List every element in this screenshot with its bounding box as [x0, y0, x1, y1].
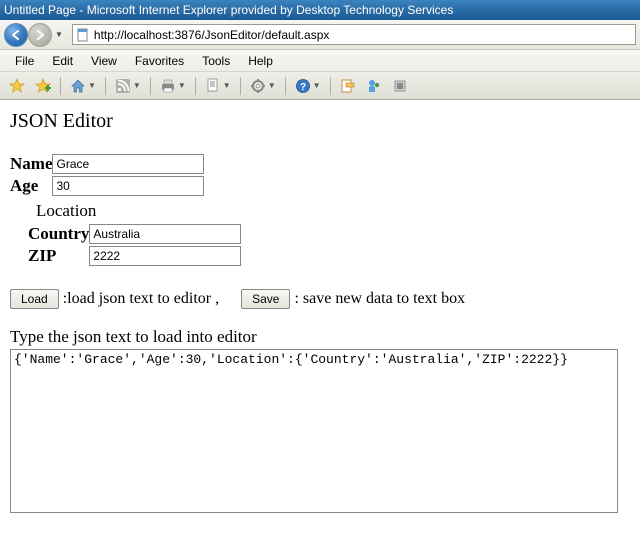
home-icon[interactable]: ▼: [67, 75, 99, 97]
menu-favorites[interactable]: Favorites: [126, 51, 193, 71]
menu-help[interactable]: Help: [239, 51, 282, 71]
name-label: Name: [10, 153, 52, 175]
toolbar: ▼ ▼ ▼ ▼ ▼ ? ▼: [0, 72, 640, 100]
window-titlebar: Untitled Page - Microsoft Internet Explo…: [0, 0, 640, 20]
messenger-icon[interactable]: [363, 75, 385, 97]
chevron-down-icon: ▼: [176, 81, 186, 90]
add-favorites-icon[interactable]: [32, 75, 54, 97]
textarea-label: Type the json text to load into editor: [10, 327, 630, 347]
help-icon[interactable]: ? ▼: [292, 75, 324, 97]
country-input[interactable]: [89, 224, 241, 244]
address-url: http://localhost:3876/JsonEditor/default…: [94, 28, 632, 42]
nav-history-dropdown[interactable]: ▼: [52, 30, 66, 39]
chevron-down-icon: ▼: [131, 81, 141, 90]
country-label: Country: [28, 223, 89, 245]
name-input[interactable]: [52, 154, 204, 174]
toolbar-separator: [105, 77, 106, 95]
feeds-icon[interactable]: ▼: [112, 75, 144, 97]
chevron-down-icon: ▼: [311, 81, 321, 90]
page-content: JSON Editor Name Age Location Country ZI…: [0, 100, 640, 528]
load-button[interactable]: Load: [10, 289, 59, 309]
svg-text:?: ?: [300, 82, 306, 93]
chevron-down-icon: ▼: [266, 81, 276, 90]
page-icon: [76, 28, 90, 42]
address-bar[interactable]: http://localhost:3876/JsonEditor/default…: [72, 24, 636, 45]
toolbar-separator: [150, 77, 151, 95]
load-desc: :load json text to editor ,: [63, 290, 219, 308]
extra-icon[interactable]: [389, 75, 411, 97]
research-icon[interactable]: [337, 75, 359, 97]
nav-toolbar: ▼ http://localhost:3876/JsonEditor/defau…: [0, 20, 640, 50]
menu-edit[interactable]: Edit: [43, 51, 82, 71]
toolbar-separator: [60, 77, 61, 95]
print-icon[interactable]: ▼: [157, 75, 189, 97]
forward-button[interactable]: [28, 23, 52, 47]
window-title: Untitled Page - Microsoft Internet Explo…: [4, 3, 453, 17]
toolbar-separator: [240, 77, 241, 95]
save-button[interactable]: Save: [241, 289, 290, 309]
menubar: File Edit View Favorites Tools Help: [0, 50, 640, 72]
location-heading: Location: [10, 197, 630, 223]
favorites-star-icon[interactable]: [6, 75, 28, 97]
menu-file[interactable]: File: [6, 51, 43, 71]
back-button[interactable]: [4, 23, 28, 47]
chevron-down-icon: ▼: [86, 81, 96, 90]
json-textarea[interactable]: [10, 349, 618, 513]
zip-label: ZIP: [28, 245, 89, 267]
menu-view[interactable]: View: [82, 51, 126, 71]
menu-tools[interactable]: Tools: [193, 51, 239, 71]
age-input[interactable]: [52, 176, 204, 196]
zip-input[interactable]: [89, 246, 241, 266]
toolbar-separator: [195, 77, 196, 95]
save-desc: : save new data to text box: [294, 290, 465, 308]
toolbar-separator: [285, 77, 286, 95]
age-label: Age: [10, 175, 52, 197]
button-row: Load :load json text to editor , Save : …: [10, 289, 630, 309]
tools-gear-icon[interactable]: ▼: [247, 75, 279, 97]
toolbar-separator: [330, 77, 331, 95]
chevron-down-icon: ▼: [221, 81, 231, 90]
page-menu-icon[interactable]: ▼: [202, 75, 234, 97]
form-table: Name Age: [10, 153, 204, 197]
location-table: Country ZIP: [28, 223, 241, 267]
page-title: JSON Editor: [10, 110, 630, 133]
